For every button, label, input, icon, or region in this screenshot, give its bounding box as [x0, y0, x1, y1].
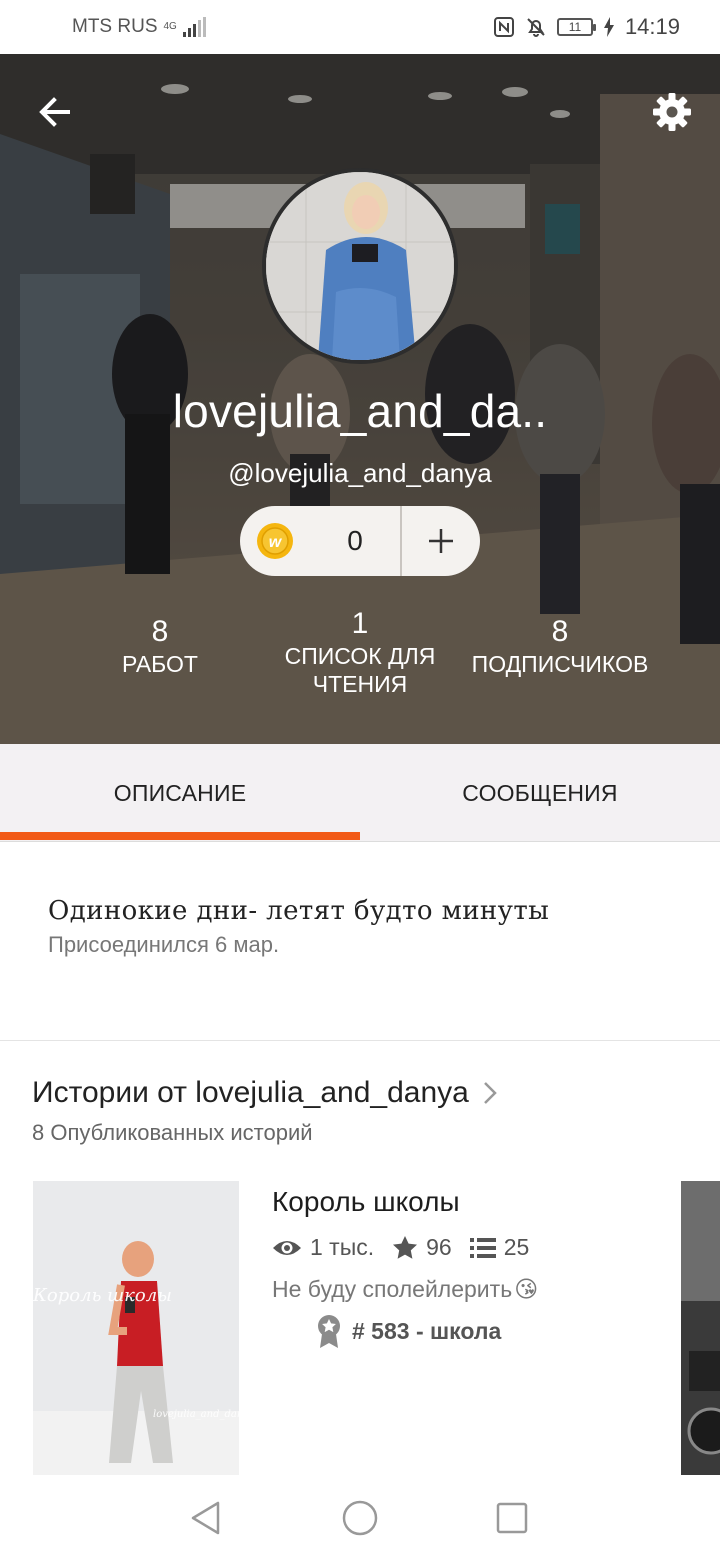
story-stats: 1 тыс. 96 25 [272, 1234, 547, 1261]
status-right: 11 14:19 [493, 14, 680, 40]
status-bar: MTS RUS 4G 11 14:19 [0, 0, 720, 54]
story-rank-text: # 583 - школа [352, 1317, 502, 1344]
mute-bell-icon [525, 16, 547, 38]
profile-tabs: ОПИСАНИЕ СООБЩЕНИЯ [0, 744, 720, 842]
stat-reading-list-label: СПИСОК ДЛЯ ЧТЕНИЯ [284, 643, 436, 697]
network-type: 4G [163, 21, 177, 32]
award-ribbon-icon [318, 1315, 340, 1348]
bio-text: Одинокие дни- летят будто минуты [48, 896, 550, 926]
square-recents-icon [496, 1502, 528, 1534]
add-coins-button[interactable] [402, 506, 480, 576]
stat-reading-list[interactable]: 1 СПИСОК ДЛЯ ЧТЕНИЯ [250, 606, 470, 698]
next-story-cover[interactable] [681, 1181, 720, 1475]
story-description-text: Не буду сполейлерить [272, 1276, 513, 1302]
gear-icon [653, 93, 691, 131]
system-nav-bar [0, 1476, 720, 1560]
story-views: 1 тыс. [272, 1234, 374, 1261]
triangle-back-icon [191, 1501, 220, 1535]
battery-level: 11 [568, 20, 582, 34]
status-left: MTS RUS 4G [72, 16, 206, 38]
charging-icon [603, 16, 615, 38]
story-rank[interactable]: # 583 - школа [316, 1314, 501, 1348]
joined-date: Присоединился 6 мар. [48, 932, 280, 957]
nav-home-button[interactable] [340, 1498, 380, 1538]
stat-followers-label: ПОДПИСЧИКОВ [471, 651, 649, 677]
next-story-cover-image [681, 1181, 720, 1475]
story-cover[interactable]: Король школы lovejulia_and_danya [33, 1181, 239, 1475]
stat-reading-list-value: 1 [351, 607, 369, 640]
eye-icon [273, 1240, 301, 1255]
signal-icon [182, 17, 206, 37]
display-name: lovejulia_and_da.. [172, 385, 548, 437]
story-views-count: 1 тыс. [310, 1234, 375, 1260]
stories-title: Истории от lovejulia_and_danya [32, 1076, 469, 1109]
carrier-name: MTS RUS [72, 16, 158, 37]
avatar[interactable] [262, 168, 458, 364]
arrow-left-icon [39, 97, 70, 127]
svg-text:w: w [269, 534, 283, 551]
stat-followers-value: 8 [551, 615, 569, 648]
coin-count: 0 [347, 525, 363, 556]
avatar-photo [266, 172, 454, 360]
story-description: Не буду сполейлерить 😘 [272, 1276, 538, 1303]
active-tab-indicator [0, 832, 360, 840]
stories-header[interactable]: Истории от lovejulia_and_danya [32, 1076, 497, 1110]
stat-works-label: РАБОТ [122, 651, 198, 677]
stat-followers[interactable]: 8 ПОДПИСЧИКОВ [450, 614, 670, 678]
circle-home-icon [342, 1500, 378, 1536]
settings-button[interactable] [650, 90, 694, 134]
plus-icon [429, 529, 453, 553]
tab-description[interactable]: ОПИСАНИЕ [0, 744, 360, 842]
story-title[interactable]: Король школы [272, 1186, 460, 1218]
star-icon [393, 1235, 418, 1259]
nav-back-button[interactable] [188, 1498, 228, 1538]
username-handle: @lovejulia_and_danya [228, 458, 492, 488]
story-parts-count: 25 [503, 1234, 530, 1260]
tab-messages[interactable]: СООБЩЕНИЯ [360, 744, 720, 842]
clock: 14:19 [624, 14, 680, 39]
section-divider [0, 1040, 720, 1041]
cover-title-text: Король школы [33, 1285, 172, 1306]
story-parts: 25 [469, 1234, 530, 1261]
nfc-icon [493, 16, 515, 38]
story-votes: 96 [392, 1234, 452, 1261]
coin-balance-pill: w 0 [240, 506, 480, 576]
cover-signature-text: lovejulia_and_danya [153, 1409, 239, 1420]
stat-works-value: 8 [151, 615, 169, 648]
story-cover-image: Король школы lovejulia_and_danya [33, 1181, 239, 1475]
story-votes-count: 96 [426, 1234, 452, 1260]
battery-icon: 11 [556, 18, 596, 36]
coin-w-icon: w [256, 522, 294, 560]
kissing-face-emoji: 😘 [514, 1276, 539, 1302]
nav-recents-button[interactable] [492, 1498, 532, 1538]
back-button[interactable] [34, 90, 78, 134]
profile-header: lovejulia_and_da.. @lovejulia_and_danya … [0, 54, 720, 744]
stories-count: 8 Опубликованных историй [32, 1120, 313, 1145]
stat-works[interactable]: 8 РАБОТ [60, 614, 260, 678]
chevron-right-icon [483, 1082, 497, 1104]
about-section: Одинокие дни- летят будто минуты Присоед… [0, 842, 720, 1040]
list-icon [469, 1237, 496, 1258]
